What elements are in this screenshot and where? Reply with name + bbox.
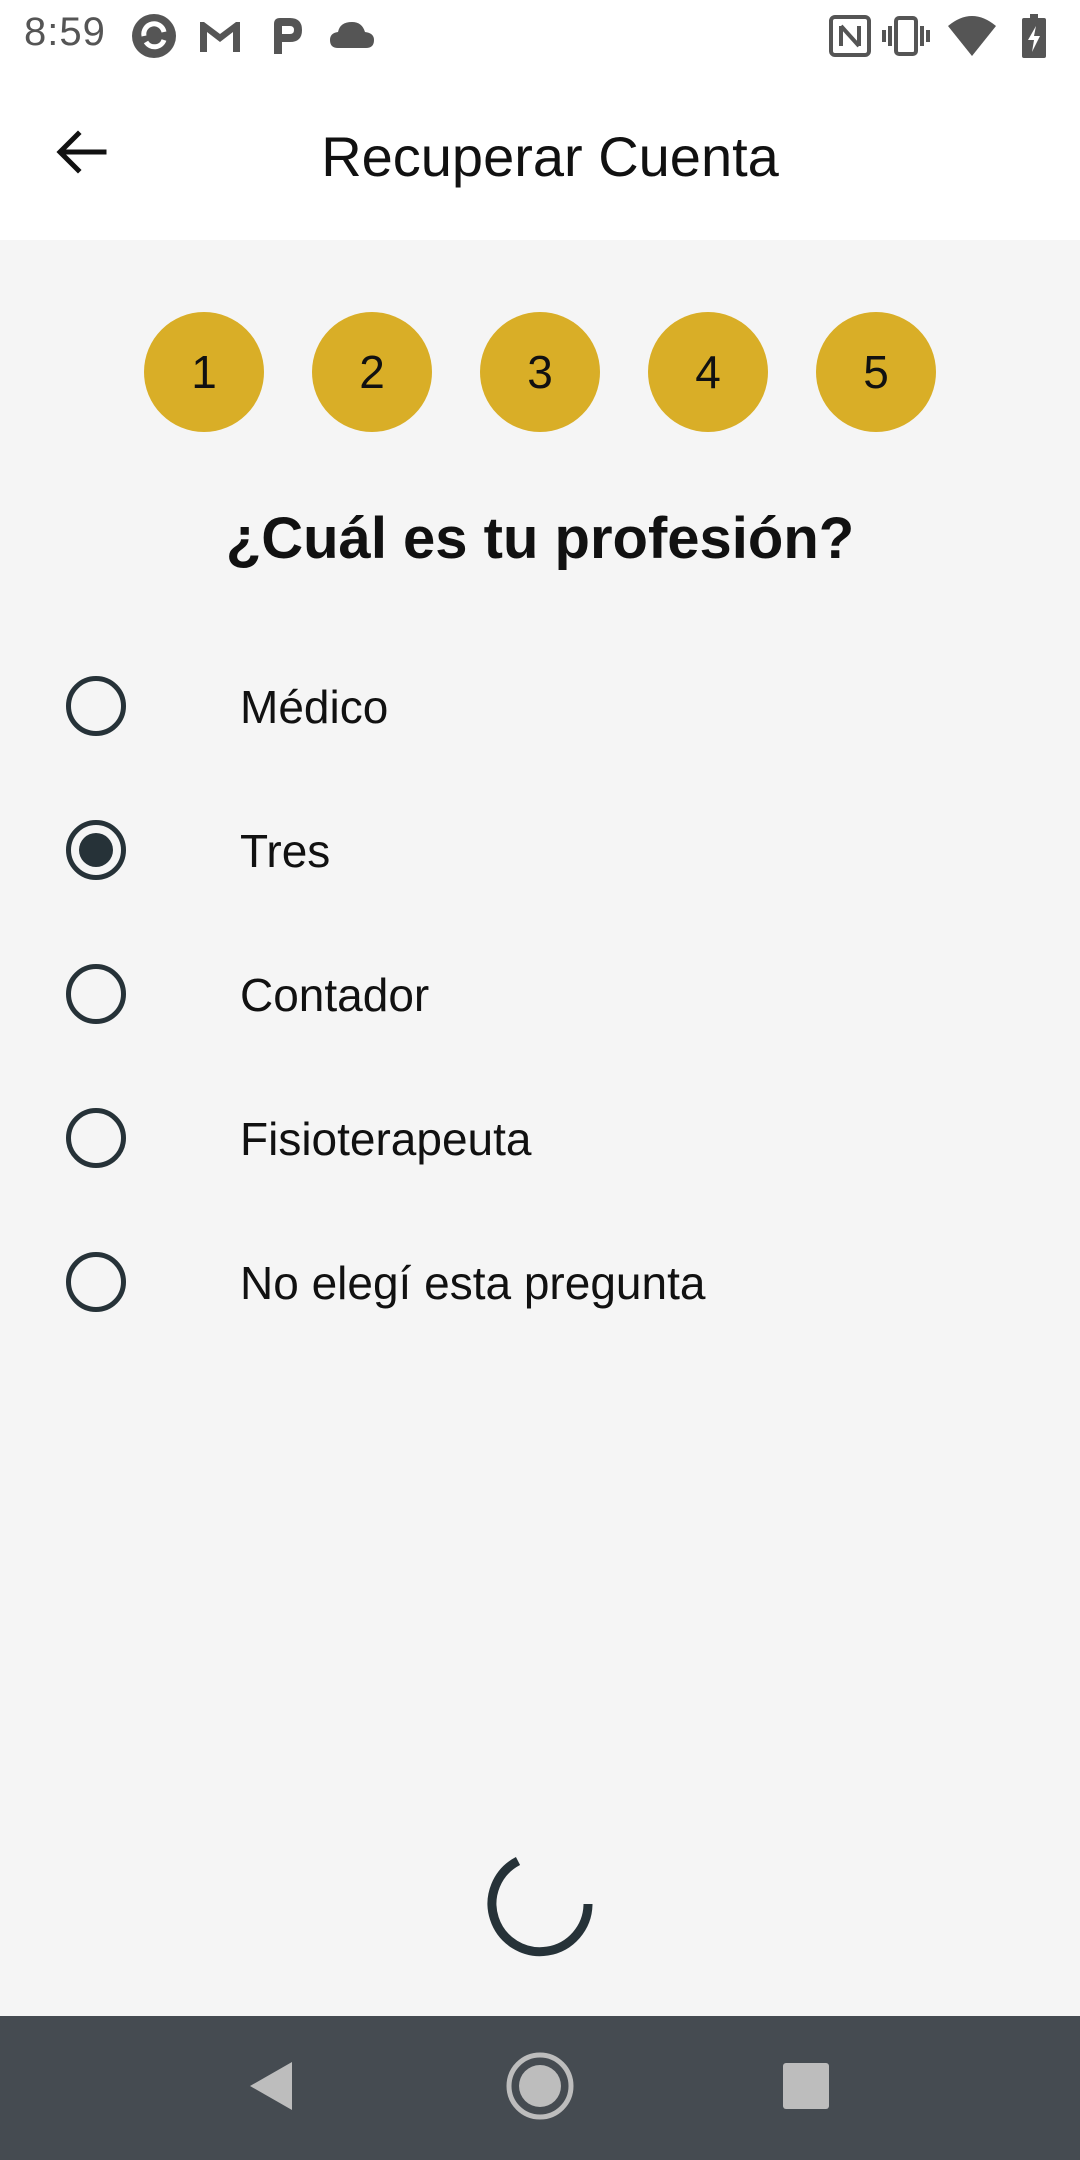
- nav-home-button[interactable]: [504, 2052, 576, 2124]
- option-no-elegi[interactable]: No elegí esta pregunta: [0, 1212, 1080, 1352]
- option-medico[interactable]: Médico: [0, 636, 1080, 776]
- step-1[interactable]: 1: [144, 312, 264, 432]
- option-label: No elegí esta pregunta: [240, 1257, 706, 1309]
- nfc-icon: [826, 12, 874, 60]
- step-3[interactable]: 3: [480, 312, 600, 432]
- question-text: ¿Cuál es tu profesión?: [225, 506, 855, 571]
- option-tres[interactable]: Tres: [0, 780, 1080, 920]
- home-circle-icon: [505, 2051, 575, 2126]
- system-nav-bar: [0, 2016, 1080, 2160]
- gmail-icon: [196, 12, 244, 60]
- option-fisioterapeuta[interactable]: Fisioterapeuta: [0, 1068, 1080, 1208]
- step-2[interactable]: 2: [312, 312, 432, 432]
- radio-button[interactable]: [66, 1108, 126, 1168]
- step-5[interactable]: 5: [816, 312, 936, 432]
- radio-dot: [79, 833, 113, 867]
- status-time: 8:59: [24, 10, 106, 54]
- radio-button[interactable]: [66, 676, 126, 736]
- recents-square-icon: [781, 2061, 831, 2116]
- radio-button-selected[interactable]: [66, 820, 126, 880]
- camera-sync-icon: [130, 12, 178, 60]
- back-triangle-icon: [244, 2058, 296, 2119]
- nav-recents-button[interactable]: [770, 2052, 842, 2124]
- page-title: Recuperar Cuenta: [321, 125, 779, 188]
- p-app-icon: [262, 12, 310, 60]
- option-label: Fisioterapeuta: [240, 1113, 532, 1165]
- option-label: Contador: [240, 969, 430, 1021]
- step-4[interactable]: 4: [648, 312, 768, 432]
- loading-spinner: [478, 1842, 602, 1966]
- wifi-icon: [946, 12, 996, 60]
- option-label: Médico: [240, 681, 389, 733]
- radio-button[interactable]: [66, 964, 126, 1024]
- cloud-icon: [328, 12, 376, 60]
- step-indicator: 1 2 3 4 5: [0, 312, 1080, 432]
- vibrate-icon: [882, 12, 930, 60]
- battery-charging-icon: [1010, 12, 1058, 60]
- app-bar: Recuperar Cuenta: [0, 72, 1080, 240]
- nav-back-button[interactable]: [234, 2052, 306, 2124]
- status-bar: 8:59: [0, 0, 1080, 72]
- option-contador[interactable]: Contador: [0, 924, 1080, 1064]
- radio-button[interactable]: [66, 1252, 126, 1312]
- option-label: Tres: [240, 825, 331, 877]
